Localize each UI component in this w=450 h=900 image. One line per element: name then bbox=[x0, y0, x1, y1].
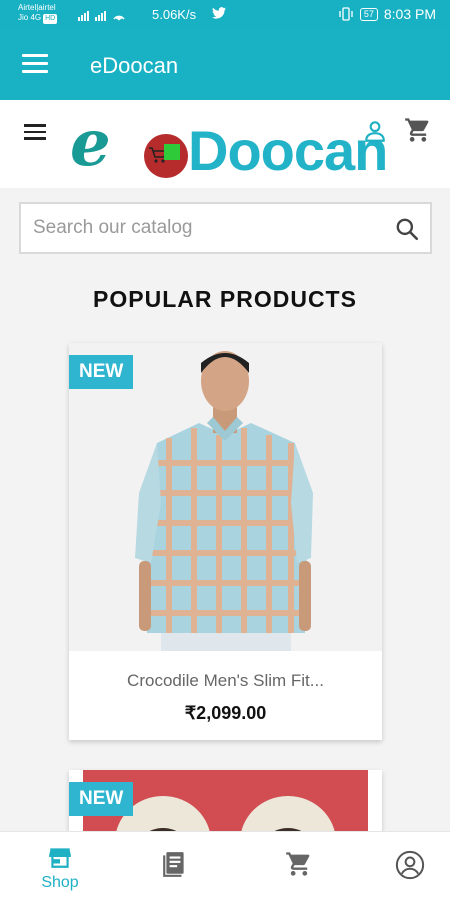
tab-label: Shop bbox=[41, 874, 79, 891]
app-bar: eDoocan bbox=[0, 30, 450, 100]
edoocan-logo[interactable]: e Doocan bbox=[70, 106, 388, 182]
catalog-icon bbox=[163, 852, 184, 877]
app-title: eDoocan bbox=[90, 53, 179, 78]
logo-letter: e bbox=[70, 106, 111, 181]
drawer-menu-icon[interactable] bbox=[22, 54, 48, 74]
section-title: POPULAR PRODUCTS bbox=[93, 286, 357, 312]
store-icon bbox=[49, 848, 71, 868]
tab-account[interactable] bbox=[368, 832, 448, 900]
site-header: e Doocan bbox=[0, 100, 450, 188]
network-speed: 5.06K/s bbox=[152, 7, 197, 22]
logo-wordmark: Doocan bbox=[188, 119, 388, 182]
product-card[interactable]: NEW bbox=[69, 343, 382, 740]
new-badge: NEW bbox=[69, 782, 134, 816]
logo-cart-ball bbox=[144, 134, 188, 178]
bottom-nav: Shop bbox=[0, 831, 450, 900]
search-bar bbox=[19, 202, 432, 254]
tab-cart[interactable] bbox=[258, 832, 338, 900]
search-icon[interactable] bbox=[394, 216, 420, 242]
cart-icon[interactable] bbox=[404, 116, 432, 144]
status-right: 57 8:03 PM bbox=[338, 6, 436, 22]
status-bar: Airtel|airtel Jio 4G HD 5.06K/s 57 8:03 P… bbox=[0, 0, 450, 30]
cart-icon bbox=[286, 852, 310, 876]
signal-icons bbox=[78, 9, 126, 21]
clock: 8:03 PM bbox=[383, 6, 436, 22]
hd-badge: HD bbox=[43, 14, 58, 24]
signal-bars-icon bbox=[78, 11, 89, 21]
product-name[interactable]: Crocodile Men's Slim Fit... bbox=[69, 671, 382, 691]
account-icon bbox=[395, 850, 425, 880]
new-badge: NEW bbox=[69, 355, 134, 389]
tab-catalog[interactable] bbox=[135, 832, 215, 900]
carrier-2: Jio 4G bbox=[18, 13, 42, 22]
twitter-icon bbox=[212, 7, 226, 22]
product-image[interactable] bbox=[69, 343, 382, 651]
product-price: ₹2,099.00 bbox=[184, 703, 267, 723]
tab-shop[interactable]: Shop bbox=[20, 832, 100, 900]
hotspot-icon bbox=[113, 15, 125, 21]
site-menu-icon[interactable] bbox=[24, 124, 46, 140]
vibrate-icon bbox=[339, 7, 353, 21]
battery-icon: 57 bbox=[359, 7, 378, 21]
carrier-info: Airtel|airtel Jio 4G HD bbox=[18, 3, 58, 24]
carrier-1: Airtel|airtel bbox=[18, 3, 56, 12]
user-icon[interactable] bbox=[362, 118, 388, 144]
signal-bars-icon bbox=[95, 11, 106, 21]
search-input[interactable] bbox=[21, 204, 371, 252]
